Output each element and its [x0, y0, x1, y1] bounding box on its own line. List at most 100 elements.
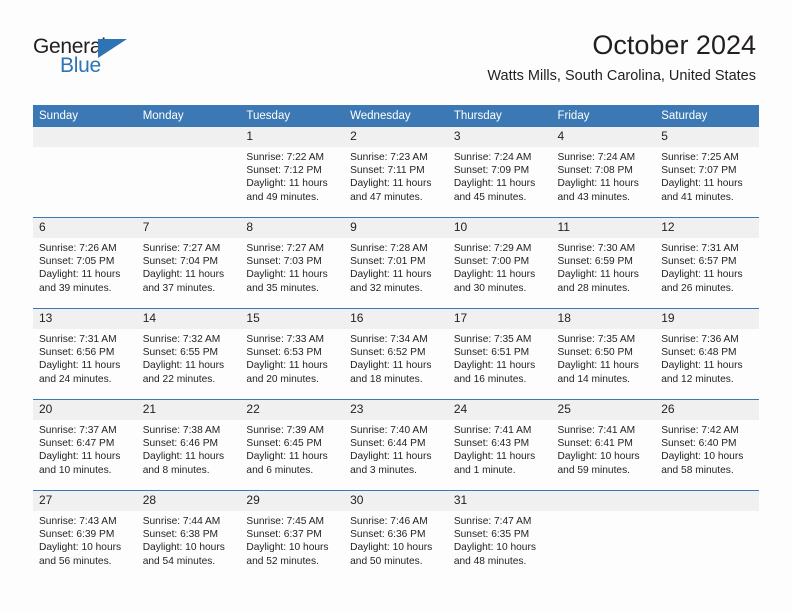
day-number: [655, 491, 759, 511]
day-cell[interactable]: 10 Sunrise: 7:29 AM Sunset: 7:00 PM Dayligh…: [447, 217, 552, 309]
daylight-text-line2: and 59 minutes.: [557, 464, 631, 476]
calendar-week-row: 20 Sunrise: 7:37 AM Sunset: 6:47 PM Dayligh…: [33, 399, 759, 491]
day-cell[interactable]: 1 Sunrise: 7:22 AM Sunset: 7:12 PM Daylight…: [240, 127, 345, 218]
sunrise-text: Sunrise: 7:34 AM: [350, 334, 428, 345]
daylight-text-line2: and 1 minute.: [453, 464, 516, 476]
day-cell[interactable]: 15 Sunrise: 7:33 AM Sunset: 6:53 PM Dayligh…: [240, 308, 345, 400]
day-cell[interactable]: 3 Sunrise: 7:24 AM Sunset: 7:09 PM Daylight…: [447, 127, 552, 218]
day-cell-body: Sunrise: 7:35 AM Sunset: 6:50 PM Daylight:…: [552, 329, 656, 386]
daylight-text-line2: and 48 minutes.: [453, 555, 527, 567]
day-cell[interactable]: 14 Sunrise: 7:32 AM Sunset: 6:55 PM Dayligh…: [136, 308, 241, 400]
day-cell-body: Sunrise: 7:34 AM Sunset: 6:52 PM Daylight:…: [344, 329, 448, 386]
sunset-text: Sunset: 6:39 PM: [39, 529, 115, 541]
day-number: 17: [447, 309, 552, 329]
sunrise-text: Sunrise: 7:31 AM: [661, 243, 739, 254]
sunset-text: Sunset: 7:12 PM: [246, 165, 322, 177]
day-cell[interactable]: 20 Sunrise: 7:37 AM Sunset: 6:47 PM Dayligh…: [33, 399, 137, 491]
sunrise-text: Sunrise: 7:30 AM: [557, 243, 636, 254]
sunset-text: Sunset: 6:44 PM: [350, 438, 426, 450]
day-cell[interactable]: 11 Sunrise: 7:30 AM Sunset: 6:59 PM Dayligh…: [551, 217, 656, 309]
logo-text-blue: Blue: [60, 54, 101, 77]
day-cell[interactable]: 5 Sunrise: 7:25 AM Sunset: 7:07 PM Daylight…: [655, 127, 759, 218]
day-cell[interactable]: 17 Sunrise: 7:35 AM Sunset: 6:51 PM Dayligh…: [447, 308, 552, 400]
day-cell[interactable]: 12 Sunrise: 7:31 AM Sunset: 6:57 PM Dayligh…: [655, 217, 759, 309]
daylight-text-line2: and 41 minutes.: [661, 191, 734, 203]
sunrise-text: Sunrise: 7:27 AM: [142, 243, 221, 254]
day-cell[interactable]: 26 Sunrise: 7:42 AM Sunset: 6:40 PM Dayligh…: [655, 399, 759, 491]
sunrise-text: Sunrise: 7:40 AM: [350, 425, 428, 436]
daylight-text-line2: and 56 minutes.: [39, 555, 112, 567]
daylight-text-line2: and 16 minutes.: [453, 373, 527, 385]
day-cell[interactable]: 8 Sunrise: 7:27 AM Sunset: 7:03 PM Daylight…: [240, 217, 345, 309]
day-cell[interactable]: 30 Sunrise: 7:46 AM Sunset: 6:36 PM Dayligh…: [344, 490, 448, 581]
day-cell-empty: [136, 127, 241, 218]
daylight-text-line1: Daylight: 10 hours: [350, 542, 433, 554]
day-cell[interactable]: 2 Sunrise: 7:23 AM Sunset: 7:11 PM Daylight…: [344, 127, 448, 218]
daylight-text-line2: and 43 minutes.: [557, 191, 631, 203]
general-blue-logo[interactable]: General Blue: [33, 36, 153, 84]
sunrise-text: Sunrise: 7:31 AM: [39, 334, 117, 345]
day-cell[interactable]: 28 Sunrise: 7:44 AM Sunset: 6:38 PM Dayligh…: [136, 490, 241, 581]
sunset-text: Sunset: 6:40 PM: [661, 438, 737, 450]
weekday-header-wednesday: Wednesday: [344, 105, 448, 127]
day-cell[interactable]: 22 Sunrise: 7:39 AM Sunset: 6:45 PM Dayligh…: [240, 399, 345, 491]
day-number: 27: [33, 491, 137, 511]
day-cell-body: [552, 511, 656, 515]
day-cell[interactable]: 21 Sunrise: 7:38 AM Sunset: 6:46 PM Dayligh…: [136, 399, 241, 491]
day-cell-body: Sunrise: 7:45 AM Sunset: 6:37 PM Daylight:…: [240, 511, 344, 568]
day-cell[interactable]: 6 Sunrise: 7:26 AM Sunset: 7:05 PM Daylight…: [33, 217, 137, 309]
daylight-text-line1: Daylight: 10 hours: [39, 542, 122, 554]
sunset-text: Sunset: 6:59 PM: [557, 256, 633, 268]
sunrise-text: Sunrise: 7:25 AM: [661, 152, 739, 163]
sunrise-text: Sunrise: 7:24 AM: [453, 152, 532, 163]
daylight-text-line2: and 52 minutes.: [246, 555, 319, 567]
day-cell-body: Sunrise: 7:31 AM Sunset: 6:57 PM Daylight:…: [655, 238, 759, 295]
day-cell[interactable]: 18 Sunrise: 7:35 AM Sunset: 6:50 PM Dayligh…: [551, 308, 656, 400]
day-cell[interactable]: 16 Sunrise: 7:34 AM Sunset: 6:52 PM Dayligh…: [344, 308, 448, 400]
daylight-text-line2: and 8 minutes.: [142, 464, 210, 476]
calendar-page: General Blue October 2024 Watts Mills, S…: [0, 0, 792, 612]
daylight-text-line2: and 24 minutes.: [39, 373, 112, 385]
sunset-text: Sunset: 6:41 PM: [557, 438, 633, 450]
title-block: October 2024 Watts Mills, South Carolina…: [487, 29, 756, 85]
day-cell[interactable]: 7 Sunrise: 7:27 AM Sunset: 7:04 PM Daylight…: [136, 217, 241, 309]
daylight-text-line2: and 6 minutes.: [246, 464, 314, 476]
day-cell[interactable]: 29 Sunrise: 7:45 AM Sunset: 6:37 PM Dayligh…: [240, 490, 345, 581]
day-number: 22: [240, 400, 345, 420]
day-number: 13: [33, 309, 137, 329]
daylight-text-line2: and 58 minutes.: [661, 464, 734, 476]
daylight-text-line2: and 20 minutes.: [246, 373, 319, 385]
daylight-text-line1: Daylight: 11 hours: [142, 269, 225, 281]
day-cell[interactable]: 31 Sunrise: 7:47 AM Sunset: 6:35 PM Dayligh…: [447, 490, 552, 581]
day-cell-body: Sunrise: 7:31 AM Sunset: 6:56 PM Daylight:…: [33, 329, 137, 386]
daylight-text-line1: Daylight: 11 hours: [661, 360, 743, 372]
day-cell[interactable]: 23 Sunrise: 7:40 AM Sunset: 6:44 PM Dayligh…: [344, 399, 448, 491]
day-cell[interactable]: 25 Sunrise: 7:41 AM Sunset: 6:41 PM Dayligh…: [551, 399, 656, 491]
day-cell[interactable]: 27 Sunrise: 7:43 AM Sunset: 6:39 PM Dayligh…: [33, 490, 137, 581]
day-cell[interactable]: 19 Sunrise: 7:36 AM Sunset: 6:48 PM Dayligh…: [655, 308, 759, 400]
page-title: October 2024: [592, 30, 756, 60]
sunrise-text: Sunrise: 7:29 AM: [453, 243, 532, 254]
day-number: 25: [551, 400, 656, 420]
sunset-text: Sunset: 6:45 PM: [246, 438, 322, 450]
day-cell[interactable]: 4 Sunrise: 7:24 AM Sunset: 7:08 PM Daylight…: [551, 127, 656, 218]
day-cell[interactable]: 13 Sunrise: 7:31 AM Sunset: 6:56 PM Dayligh…: [33, 308, 137, 400]
daylight-text-line1: Daylight: 11 hours: [350, 269, 432, 281]
daylight-text-line1: Daylight: 11 hours: [39, 451, 121, 463]
day-cell-body: Sunrise: 7:42 AM Sunset: 6:40 PM Daylight:…: [655, 420, 759, 477]
day-cell[interactable]: 9 Sunrise: 7:28 AM Sunset: 7:01 PM Daylight…: [344, 217, 448, 309]
day-cell[interactable]: 24 Sunrise: 7:41 AM Sunset: 6:43 PM Dayligh…: [447, 399, 552, 491]
day-number: 16: [344, 309, 448, 329]
page-subtitle: Watts Mills, South Carolina, United Stat…: [487, 68, 756, 84]
weekday-header-saturday: Saturday: [655, 105, 759, 127]
daylight-text-line2: and 50 minutes.: [350, 555, 423, 567]
daylight-text-line1: Daylight: 11 hours: [453, 451, 536, 463]
sunrise-text: Sunrise: 7:35 AM: [453, 334, 532, 345]
day-cell-body: Sunrise: 7:46 AM Sunset: 6:36 PM Daylight:…: [344, 511, 448, 568]
sunrise-text: Sunrise: 7:41 AM: [557, 425, 636, 436]
calendar-week-row: 1 Sunrise: 7:22 AM Sunset: 7:12 PM Daylight…: [33, 127, 759, 218]
day-number: 30: [344, 491, 448, 511]
sunset-text: Sunset: 6:48 PM: [661, 347, 737, 359]
daylight-text-line1: Daylight: 11 hours: [350, 178, 432, 190]
day-cell-body: Sunrise: 7:40 AM Sunset: 6:44 PM Daylight:…: [344, 420, 448, 477]
